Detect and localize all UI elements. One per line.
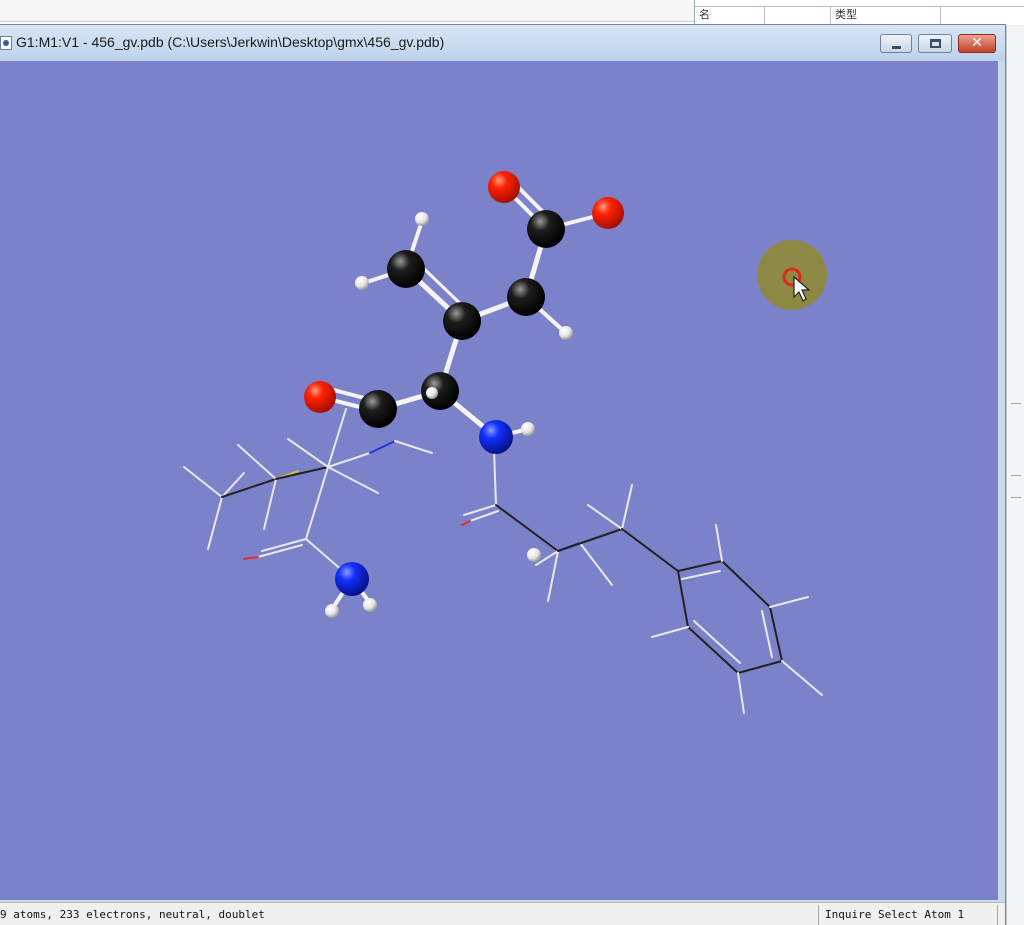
close-button[interactable]: ✕: [958, 34, 996, 53]
background-column-blank: [765, 7, 831, 25]
atom-hydrogen[interactable]: [426, 387, 438, 399]
atom-hydrogen[interactable]: [363, 598, 377, 612]
status-mode-text: Inquire Select Atom 1: [825, 908, 965, 921]
window-app-icon[interactable]: [0, 36, 12, 50]
background-file-panel: 名 类型: [694, 0, 1024, 25]
atom-hydrogen[interactable]: [521, 422, 535, 436]
atom-nitrogen[interactable]: [335, 562, 369, 596]
atom-carbon[interactable]: [387, 250, 425, 288]
window-title: G1:M1:V1 - 456_gv.pdb (C:\Users\Jerkwin\…: [16, 34, 445, 50]
background-divider: [1011, 497, 1021, 498]
wireframe-bonds: [183, 408, 823, 714]
minimize-icon: [892, 46, 901, 49]
atom-hydrogen[interactable]: [559, 326, 573, 340]
background-column-headers: 名 类型: [695, 6, 1024, 25]
status-bar: 9 atoms, 233 electrons, neutral, doublet…: [0, 902, 1005, 925]
atom-hydrogen[interactable]: [355, 276, 369, 290]
atom-carbon[interactable]: [507, 278, 545, 316]
background-divider: [1011, 403, 1021, 404]
atom-nitrogen[interactable]: [479, 420, 513, 454]
background-column-name: 名: [695, 7, 765, 25]
status-mode-panel: Inquire Select Atom 1: [818, 905, 998, 925]
atom-hydrogen[interactable]: [527, 548, 541, 562]
molecule-view-window: G1:M1:V1 - 456_gv.pdb (C:\Users\Jerkwin\…: [0, 24, 1006, 925]
background-column-type: 类型: [831, 7, 941, 25]
close-icon: ✕: [971, 35, 983, 51]
atom-carbon[interactable]: [527, 210, 565, 248]
background-column-extra: [941, 7, 1024, 25]
atom-carbon[interactable]: [443, 302, 481, 340]
maximize-button[interactable]: [918, 34, 952, 53]
molecule-canvas[interactable]: [0, 61, 998, 900]
mouse-cursor: [757, 240, 827, 310]
maximize-icon: [930, 39, 941, 48]
atom-oxygen[interactable]: [304, 381, 336, 413]
molecule-viewport[interactable]: [0, 61, 998, 900]
atom-carbon[interactable]: [359, 390, 397, 428]
minimize-button[interactable]: [880, 34, 912, 53]
atom-hydrogen[interactable]: [325, 604, 339, 618]
atom-oxygen[interactable]: [592, 197, 624, 229]
atom-hydrogen[interactable]: [415, 212, 429, 226]
cursor-highlight: [757, 240, 827, 310]
background-side-panel: [1006, 25, 1024, 925]
selected-fragment-bonds: [318, 179, 610, 611]
background-divider: [1011, 475, 1021, 476]
atom-oxygen[interactable]: [488, 171, 520, 203]
window-titlebar[interactable]: G1:M1:V1 - 456_gv.pdb (C:\Users\Jerkwin\…: [0, 25, 1005, 61]
status-molecule-info: 9 atoms, 233 electrons, neutral, doublet: [0, 908, 265, 921]
